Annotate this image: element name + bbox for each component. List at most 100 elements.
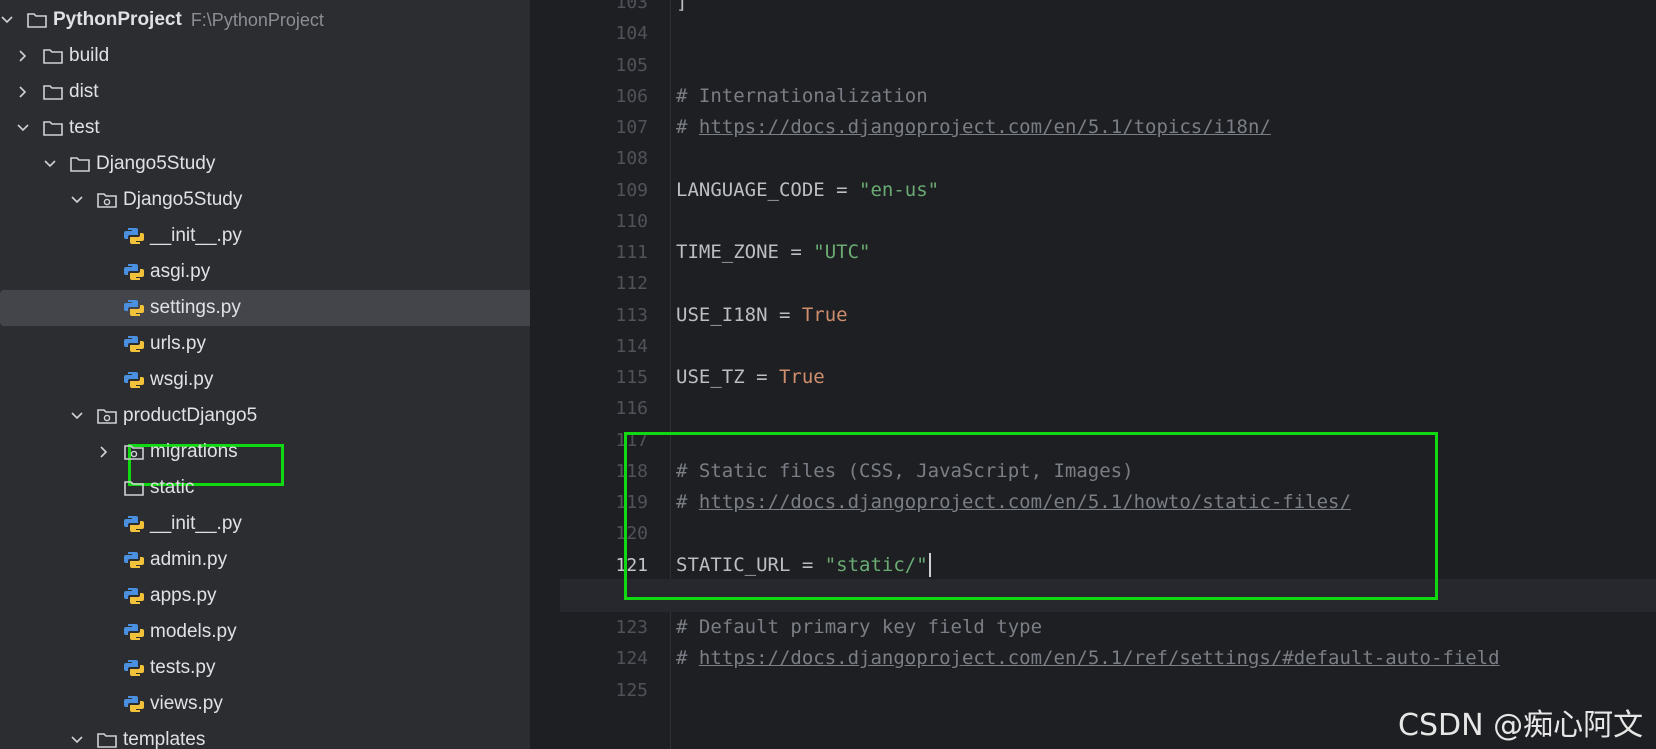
line-number-gutter: 103 104 105 106 107 108 109 110 111 112 113 114 115 1… bbox=[560, 0, 660, 749]
tree-item-models-py[interactable]: models.py bbox=[0, 614, 530, 650]
tree-item-label: asgi.py bbox=[150, 261, 211, 282]
code-token: ] bbox=[676, 0, 688, 13]
code-token: True bbox=[801, 303, 848, 326]
tree-item-init-py[interactable]: __init__.py bbox=[0, 506, 530, 542]
tree-root-path: F:\PythonProject bbox=[190, 9, 324, 30]
line-number: 107 bbox=[615, 117, 648, 138]
folder-icon bbox=[43, 121, 63, 136]
tree-item-label: __init__.py bbox=[150, 225, 242, 246]
tree-item-apps-py[interactable]: apps.py bbox=[0, 578, 530, 614]
folder-icon bbox=[70, 157, 90, 172]
python-file-icon bbox=[124, 696, 144, 712]
tree-item-label: productDjango5 bbox=[123, 405, 258, 426]
line-number: 111 bbox=[615, 242, 648, 263]
tree-root-pythonproject[interactable]: PythonProject F:\PythonProject bbox=[0, 2, 530, 38]
chevron-down-icon[interactable] bbox=[70, 193, 84, 207]
tree-item-label: test bbox=[69, 117, 100, 138]
tree-item-urls-py[interactable]: urls.py bbox=[0, 326, 530, 362]
package-folder-icon bbox=[124, 445, 144, 460]
tree-item-test[interactable]: test bbox=[0, 110, 530, 146]
line-number: 115 bbox=[615, 367, 648, 388]
tree-item-label: __init__.py bbox=[150, 513, 242, 534]
chevron-down-icon[interactable] bbox=[0, 13, 14, 27]
tree-item-tests-py[interactable]: tests.py bbox=[0, 650, 530, 686]
folder-icon bbox=[43, 85, 63, 100]
line-number: 109 bbox=[615, 179, 648, 201]
code-token: USE_TZ = bbox=[676, 366, 779, 388]
tree-item-label: admin.py bbox=[150, 549, 228, 570]
watermark: CSDN @痴心阿文 bbox=[1398, 708, 1644, 743]
code-line[interactable]: # Internationalization bbox=[676, 80, 928, 113]
tree-item-label: settings.py bbox=[150, 297, 241, 318]
tree-item-views-py[interactable]: views.py bbox=[0, 686, 530, 722]
python-file-icon bbox=[124, 228, 144, 244]
chevron-down-icon[interactable] bbox=[43, 157, 57, 171]
code-token: "UTC" bbox=[813, 241, 871, 263]
tree-item-label: apps.py bbox=[150, 585, 217, 606]
tree-item-django5study[interactable]: Django5Study bbox=[0, 182, 530, 218]
code-line[interactable]: USE_I18N = True bbox=[676, 299, 848, 332]
tree-item-django5study[interactable]: Django5Study bbox=[0, 146, 530, 182]
code-link[interactable]: https://docs.djangoproject.com/en/5.1/re… bbox=[699, 647, 1500, 669]
tree-item-init-py[interactable]: __init__.py bbox=[0, 218, 530, 254]
code-line[interactable]: ] bbox=[676, 0, 687, 19]
chevron-right-icon[interactable] bbox=[16, 49, 30, 63]
code-line[interactable]: TIME_ZONE = "UTC" bbox=[676, 236, 870, 269]
tree-item-label: dist bbox=[69, 81, 99, 102]
code-token: # bbox=[676, 647, 699, 670]
folder-icon bbox=[97, 733, 117, 748]
chevron-right-icon[interactable] bbox=[97, 445, 111, 459]
code-line[interactable]: # https://docs.djangoproject.com/en/5.1/… bbox=[676, 642, 1500, 675]
code-token: # Default primary key field type bbox=[676, 616, 1043, 638]
tree-item-templates[interactable]: templates bbox=[0, 722, 530, 749]
tree-item-label: Django5Study bbox=[96, 153, 216, 174]
package-folder-icon bbox=[97, 193, 117, 208]
code-token: TIME_ZONE = bbox=[676, 241, 814, 263]
line-number: 113 bbox=[615, 304, 648, 326]
code-token: USE_I18N = bbox=[676, 303, 802, 326]
chevron-down-icon[interactable] bbox=[70, 733, 84, 747]
python-file-icon bbox=[124, 588, 144, 604]
tree-item-wsgi-py[interactable]: wsgi.py bbox=[0, 362, 530, 398]
static-settings-highlight-box bbox=[624, 432, 1438, 600]
line-number: 110 bbox=[615, 210, 648, 232]
python-file-icon bbox=[124, 516, 144, 532]
python-file-icon bbox=[124, 264, 144, 280]
tree-item-label: templates bbox=[123, 729, 206, 749]
line-number: 103 bbox=[615, 0, 648, 13]
tree-item-label: tests.py bbox=[150, 657, 216, 678]
tree-item-label: wsgi.py bbox=[150, 369, 214, 390]
code-token: # Internationalization bbox=[676, 84, 928, 107]
tree-item-label: migrations bbox=[150, 441, 238, 462]
tree-item-label: static bbox=[150, 477, 195, 498]
tree-item-admin-py[interactable]: admin.py bbox=[0, 542, 530, 578]
chevron-down-icon[interactable] bbox=[16, 121, 30, 135]
tree-root-label: PythonProject bbox=[53, 9, 182, 30]
folder-icon bbox=[124, 481, 144, 496]
code-token: # bbox=[676, 116, 699, 138]
tree-item-build[interactable]: build bbox=[0, 38, 530, 74]
code-line[interactable]: # https://docs.djangoproject.com/en/5.1/… bbox=[676, 111, 1271, 144]
python-file-icon bbox=[124, 300, 144, 316]
code-line[interactable]: # Default primary key field type bbox=[676, 611, 1042, 644]
code-line[interactable]: LANGUAGE_CODE = "en-us" bbox=[676, 174, 939, 207]
tree-item-productdjango5[interactable]: productDjango5 bbox=[0, 398, 530, 434]
tree-item-settings-py[interactable]: settings.py bbox=[0, 290, 530, 326]
tree-item-label: views.py bbox=[150, 693, 223, 714]
tree-item-label: Django5Study bbox=[123, 189, 243, 210]
line-number: 112 bbox=[615, 273, 648, 295]
line-number: 104 bbox=[615, 23, 648, 45]
line-number: 114 bbox=[615, 335, 648, 357]
tree-item-asgi-py[interactable]: asgi.py bbox=[0, 254, 530, 290]
code-line[interactable]: USE_TZ = True bbox=[676, 361, 825, 394]
tree-item-label: urls.py bbox=[150, 333, 206, 354]
fold-guide bbox=[670, 0, 671, 749]
tree-item-label: models.py bbox=[150, 621, 237, 642]
code-token: "en-us" bbox=[859, 178, 940, 201]
chevron-right-icon[interactable] bbox=[16, 85, 30, 99]
code-link[interactable]: https://docs.djangoproject.com/en/5.1/to… bbox=[699, 116, 1271, 138]
tree-item-dist[interactable]: dist bbox=[0, 74, 530, 110]
code-token: True bbox=[778, 366, 825, 388]
chevron-down-icon[interactable] bbox=[70, 409, 84, 423]
python-file-icon bbox=[124, 660, 144, 676]
